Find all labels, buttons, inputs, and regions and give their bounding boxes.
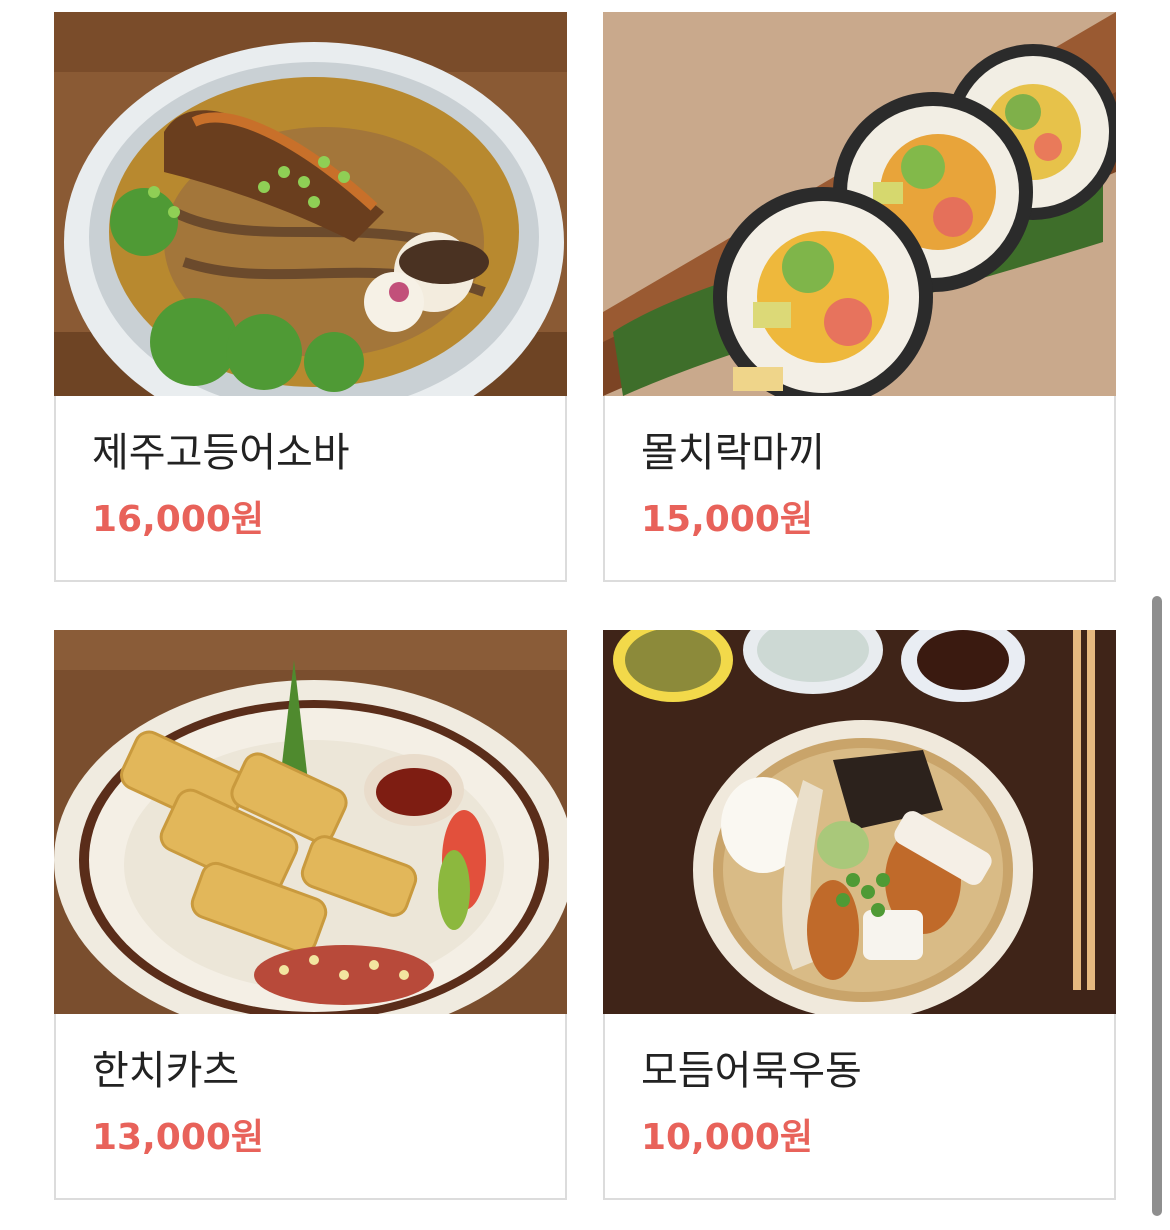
menu-item-name: 한치카츠: [92, 1048, 240, 1094]
menu-item-price: 15,000원: [641, 499, 814, 540]
menu-item-name: 제주고등어소바: [92, 430, 350, 476]
vertical-scrollbar[interactable]: [1152, 596, 1162, 1216]
menu-item-price: 13,000원: [92, 1117, 265, 1158]
menu-card-maki-roll[interactable]: 몰치락마끼 15,000원: [603, 12, 1116, 582]
soba-bowl-photo: [54, 12, 567, 396]
menu-item-name: 모듬어묵우동: [641, 1048, 862, 1094]
maki-roll-photo: [603, 12, 1116, 396]
menu-item-name: 몰치락마끼: [641, 430, 825, 476]
menu-item-price: 10,000원: [641, 1117, 814, 1158]
menu-item-price: 16,000원: [92, 499, 265, 540]
squid-katsu-photo: [54, 630, 567, 1014]
menu-card-mackerel-soba[interactable]: 제주고등어소바 16,000원: [54, 12, 567, 582]
menu-grid: 제주고등어소바 16,000원 몰치락마끼 15,000원 한치카츠 13,00…: [54, 12, 1116, 1200]
menu-card-fishcake-udon[interactable]: 모듬어묵우동 10,000원: [603, 630, 1116, 1200]
udon-bowl-photo: [603, 630, 1116, 1014]
menu-card-squid-katsu[interactable]: 한치카츠 13,000원: [54, 630, 567, 1200]
